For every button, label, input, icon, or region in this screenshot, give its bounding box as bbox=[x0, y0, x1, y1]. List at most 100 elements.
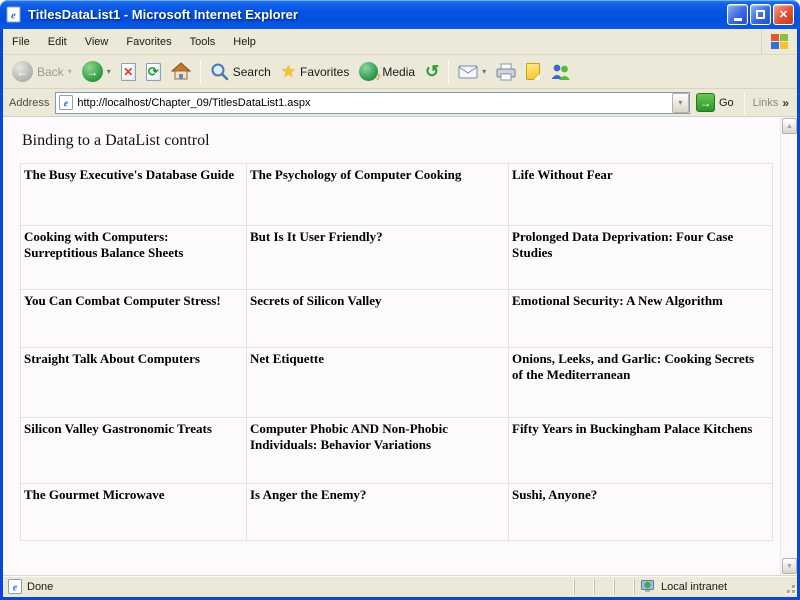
internet-explorer-icon: e bbox=[6, 6, 23, 23]
refresh-button[interactable]: ⟳ bbox=[141, 57, 166, 87]
menu-edit[interactable]: Edit bbox=[39, 31, 76, 53]
status-bar: e Done Local intranet bbox=[3, 575, 797, 597]
title-cell: Fifty Years in Buckingham Palace Kitchen… bbox=[509, 418, 773, 484]
go-arrow-icon: → bbox=[696, 93, 715, 112]
titles-datalist: The Busy Executive's Database Guide The … bbox=[20, 163, 773, 541]
title-cell: You Can Combat Computer Stress! bbox=[21, 290, 247, 348]
page-ie-icon: e bbox=[59, 95, 73, 110]
forward-icon: → bbox=[82, 61, 103, 82]
history-button[interactable]: ↺ bbox=[420, 57, 444, 87]
forward-button[interactable]: → ▾ bbox=[77, 57, 116, 87]
page-title: Binding to a DataList control bbox=[22, 132, 797, 150]
title-cell: Emotional Security: A New Algorithm bbox=[509, 290, 773, 348]
back-icon: ← bbox=[12, 61, 33, 82]
menu-favorites[interactable]: Favorites bbox=[117, 31, 180, 53]
edit-icon bbox=[526, 63, 540, 80]
home-icon bbox=[171, 62, 191, 81]
links-chevron-icon[interactable]: » bbox=[782, 96, 789, 110]
menu-bar: File Edit View Favorites Tools Help bbox=[3, 29, 797, 55]
title-cell: Net Etiquette bbox=[247, 348, 509, 418]
title-cell: Computer Phobic AND Non-Phobic Individua… bbox=[247, 418, 509, 484]
maximize-button[interactable] bbox=[750, 4, 771, 25]
table-row: Straight Talk About Computers Net Etique… bbox=[21, 348, 773, 418]
table-row: Cooking with Computers: Surreptitious Ba… bbox=[21, 226, 773, 290]
mail-dropdown-icon[interactable]: ▾ bbox=[482, 67, 486, 76]
windows-logo-well bbox=[761, 29, 797, 54]
toolbar-separator bbox=[448, 60, 449, 84]
chevron-down-icon: ▼ bbox=[786, 563, 793, 570]
address-bar: Address e http://localhost/Chapter_09/Ti… bbox=[3, 89, 797, 117]
search-label: Search bbox=[233, 65, 271, 79]
chevron-down-icon: ▾ bbox=[678, 98, 682, 107]
menu-view[interactable]: View bbox=[76, 31, 118, 53]
home-button[interactable] bbox=[166, 57, 196, 87]
table-row: You Can Combat Computer Stress! Secrets … bbox=[21, 290, 773, 348]
media-button[interactable]: ♪ Media bbox=[354, 57, 420, 87]
table-row: Silicon Valley Gastronomic Treats Comput… bbox=[21, 418, 773, 484]
search-icon bbox=[210, 62, 229, 81]
resize-grip[interactable] bbox=[782, 579, 797, 595]
address-label: Address bbox=[9, 97, 49, 109]
title-cell: But Is It User Friendly? bbox=[247, 226, 509, 290]
menu-tools[interactable]: Tools bbox=[181, 31, 225, 53]
table-row: The Busy Executive's Database Guide The … bbox=[21, 164, 773, 226]
window-controls: ✕ bbox=[727, 4, 794, 25]
minimize-button[interactable] bbox=[727, 4, 748, 25]
security-zone-label: Local intranet bbox=[661, 581, 727, 593]
address-separator bbox=[744, 92, 745, 114]
address-url[interactable]: http://localhost/Chapter_09/TitlesDataLi… bbox=[77, 97, 670, 109]
status-pane-empty bbox=[614, 579, 634, 595]
page-viewport: Binding to a DataList control The Busy E… bbox=[3, 117, 797, 575]
svg-text:e: e bbox=[11, 10, 16, 22]
edit-button[interactable] bbox=[521, 57, 545, 87]
svg-text:e: e bbox=[64, 99, 69, 110]
go-button[interactable]: → Go bbox=[690, 91, 740, 115]
favorites-button[interactable]: ★ Favorites bbox=[276, 57, 355, 87]
print-icon bbox=[496, 63, 516, 81]
status-text: Done bbox=[27, 581, 53, 593]
search-button[interactable]: Search bbox=[205, 57, 276, 87]
address-dropdown-button[interactable]: ▾ bbox=[672, 93, 689, 113]
back-button[interactable]: ← Back ▾ bbox=[7, 57, 77, 87]
print-button[interactable] bbox=[491, 57, 521, 87]
title-cell: Sushi, Anyone? bbox=[509, 484, 773, 541]
back-label: Back bbox=[37, 65, 64, 79]
scroll-down-button[interactable]: ▼ bbox=[782, 558, 797, 574]
forward-dropdown-icon[interactable]: ▾ bbox=[107, 67, 111, 76]
title-cell: Secrets of Silicon Valley bbox=[247, 290, 509, 348]
media-globe-icon: ♪ bbox=[359, 62, 378, 81]
scroll-up-button[interactable]: ▲ bbox=[782, 118, 797, 134]
links-label[interactable]: Links bbox=[753, 97, 779, 109]
title-cell: Is Anger the Enemy? bbox=[247, 484, 509, 541]
security-zone-pane: Local intranet bbox=[634, 579, 782, 595]
title-cell: Onions, Leeks, and Garlic: Cooking Secre… bbox=[509, 348, 773, 418]
mail-icon bbox=[458, 65, 478, 79]
menu-help[interactable]: Help bbox=[224, 31, 265, 53]
refresh-icon: ⟳ bbox=[146, 63, 161, 81]
title-bar[interactable]: e TitlesDataList1 - Microsoft Internet E… bbox=[0, 0, 800, 29]
title-cell: The Busy Executive's Database Guide bbox=[21, 164, 247, 226]
menu-file[interactable]: File bbox=[3, 31, 39, 53]
toolbar-separator bbox=[200, 60, 201, 84]
back-dropdown-icon[interactable]: ▾ bbox=[68, 67, 72, 76]
stop-button[interactable]: ✕ bbox=[116, 57, 141, 87]
title-cell: Cooking with Computers: Surreptitious Ba… bbox=[21, 226, 247, 290]
media-label: Media bbox=[382, 65, 415, 79]
title-cell: Straight Talk About Computers bbox=[21, 348, 247, 418]
mail-button[interactable]: ▾ bbox=[453, 57, 491, 87]
history-icon: ↺ bbox=[425, 63, 439, 80]
standard-toolbar: ← Back ▾ → ▾ ✕ ⟳ Search bbox=[3, 55, 797, 89]
close-button[interactable]: ✕ bbox=[773, 4, 794, 25]
status-pane-empty bbox=[574, 579, 594, 595]
maximize-icon bbox=[756, 10, 765, 19]
favorites-label: Favorites bbox=[300, 65, 349, 79]
vertical-scrollbar[interactable]: ▲ ▼ bbox=[780, 117, 797, 575]
stop-icon: ✕ bbox=[121, 63, 136, 81]
messenger-button[interactable] bbox=[545, 57, 576, 87]
status-pane-empty bbox=[594, 579, 614, 595]
favorites-star-icon: ★ bbox=[281, 63, 296, 80]
page-ie-icon: e bbox=[8, 579, 22, 594]
go-label: Go bbox=[719, 97, 734, 109]
title-cell: Prolonged Data Deprivation: Four Case St… bbox=[509, 226, 773, 290]
address-input[interactable]: e http://localhost/Chapter_09/TitlesData… bbox=[55, 92, 690, 114]
